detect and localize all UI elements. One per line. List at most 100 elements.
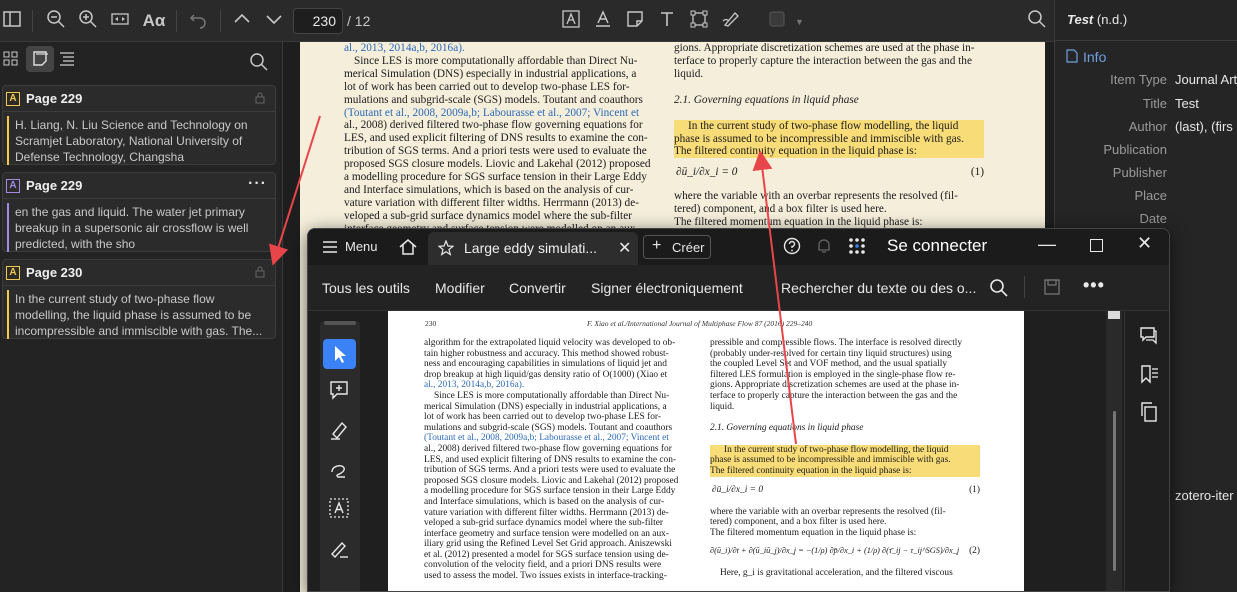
annotation-text-content: In the current study of two-phase flow m… (15, 292, 263, 338)
color-icon[interactable] (765, 9, 789, 33)
page-total: / 12 (347, 13, 371, 29)
doc-text-line: et al. (2012) presented a model for SGS … (424, 549, 669, 560)
prev-page-icon[interactable] (230, 9, 254, 33)
highlighted-passage[interactable]: In the current study of two-phase flow m… (674, 119, 984, 159)
next-page-icon[interactable] (262, 9, 286, 33)
pdf-left-column: al., 2013, 2014a,b, 2016a). Since LES is … (344, 42, 652, 236)
font-icon[interactable]: Aα (140, 9, 168, 33)
scroll-thumb[interactable] (1113, 411, 1116, 571)
info-value[interactable]: Journal Arti (1175, 72, 1237, 87)
save-icon[interactable] (1043, 278, 1061, 296)
hamburger-menu-icon[interactable] (322, 239, 340, 255)
attachment-name[interactable]: zotero-iter (1175, 488, 1234, 503)
maximize-icon[interactable] (1090, 239, 1103, 252)
undo-icon[interactable] (186, 9, 210, 33)
tool-edit[interactable]: Modifier (435, 280, 485, 296)
doc-text-line: tribution of SGS terms. And a priori tes… (424, 465, 676, 476)
note-icon[interactable] (623, 9, 647, 33)
info-value[interactable]: Test (1175, 96, 1199, 111)
page-number-input[interactable]: 230 (293, 8, 343, 34)
tool-all-tools[interactable]: Tous les outils (322, 280, 410, 296)
annotations-sidebar: A Page 229 H. Liang, N. Liu Science and … (0, 42, 283, 592)
text-select-icon[interactable] (328, 497, 350, 519)
doc-text-line: terface to properly capture the interact… (710, 390, 958, 401)
annotation-card[interactable]: A Page 229 ··· en the gas and liquid. Th… (2, 172, 276, 252)
doc-text-line: tered) component, and a box filter is us… (674, 203, 887, 216)
menu-button[interactable]: Menu (345, 239, 378, 254)
zoom-in-icon[interactable] (76, 9, 100, 33)
bookmarks-icon[interactable] (1138, 363, 1160, 385)
close-tab-icon[interactable]: ✕ (618, 238, 631, 258)
chevron-down-icon[interactable]: ▼ (795, 17, 804, 27)
equation-number: (1) (969, 484, 980, 495)
ink-icon[interactable] (719, 9, 743, 33)
tool-esign[interactable]: Signer électroniquement (591, 280, 743, 296)
search-field[interactable]: Rechercher du texte ou des o... (781, 280, 976, 296)
item-title: Test (1067, 12, 1094, 27)
copy-icon[interactable] (1138, 401, 1160, 423)
info-value[interactable]: (last), (firs (1175, 119, 1233, 134)
scroll-thumb-top[interactable] (1108, 311, 1120, 319)
apps-icon[interactable] (848, 237, 866, 255)
underline-text-icon[interactable] (591, 9, 615, 33)
more-options-icon[interactable]: ··· (248, 175, 267, 193)
search-icon[interactable] (989, 278, 1009, 298)
doc-text-line: LES, and used explicit filtering of DNS … (344, 132, 648, 145)
doc-text-line: tered) component, and a box filter is us… (710, 517, 887, 528)
highlight-text-icon[interactable] (559, 9, 583, 33)
doc-text-line: the coupled Level Set and VOF method, an… (710, 359, 948, 370)
fit-width-icon[interactable] (108, 9, 132, 33)
highlight-tool-icon[interactable] (328, 419, 350, 441)
equation-number: (2) (969, 546, 980, 557)
info-label: Title (1142, 96, 1167, 111)
highlighted-passage[interactable]: In the current study of two-phase flow m… (710, 444, 980, 477)
doc-text-line: gions. Appropriate discretization scheme… (710, 380, 960, 391)
annotation-card[interactable]: A Page 229 H. Liang, N. Liu Science and … (2, 85, 276, 165)
doc-text-line: merical Simulation (DNS) especially in i… (424, 401, 667, 412)
doc-text-line: merical Simulation (DNS) especially in i… (344, 67, 637, 80)
tab-title[interactable]: Large eddy simulati... (464, 240, 597, 256)
home-icon[interactable] (398, 237, 418, 257)
comments-icon[interactable] (1138, 325, 1160, 347)
info-icon (1065, 49, 1079, 63)
lock-icon (255, 266, 265, 278)
help-icon[interactable] (783, 237, 801, 255)
doc-text-line: used to assess the model. Two issues exi… (424, 571, 667, 582)
acrobat-document-page[interactable]: 230 F. Xiao et al./International Journal… (388, 311, 1024, 591)
outline-icon[interactable] (58, 50, 76, 68)
close-window-icon[interactable]: ✕ (1137, 233, 1152, 254)
drag-handle[interactable] (324, 321, 356, 325)
annotation-color-bar (7, 116, 9, 165)
search-annotations-icon[interactable] (249, 52, 269, 72)
info-section-title[interactable]: Info (1083, 49, 1106, 65)
star-icon[interactable] (437, 239, 455, 256)
annotation-page-label: Page 230 (26, 265, 83, 280)
add-comment-icon[interactable] (328, 379, 350, 401)
draw-tool-icon[interactable] (328, 458, 350, 480)
more-options-icon[interactable]: ••• (1083, 275, 1105, 296)
bell-icon[interactable] (815, 237, 833, 255)
tool-convert[interactable]: Convertir (509, 280, 566, 296)
doc-text-line: a modelling procedure for SGS surface te… (424, 486, 676, 497)
sign-tool-icon[interactable] (328, 537, 350, 559)
annotations-view-icon[interactable] (26, 46, 54, 72)
equation-number: (1) (970, 166, 984, 179)
select-tool-icon[interactable] (323, 339, 356, 369)
sidebar-toggle-icon[interactable] (0, 9, 24, 33)
text-icon[interactable] (655, 9, 679, 33)
search-icon[interactable] (1025, 9, 1049, 33)
doc-text-line: al., 2013, 2014a,b, 2016a). (424, 380, 525, 391)
annotation-page-label: Page 229 (26, 91, 83, 106)
create-button[interactable]: + Créer (643, 235, 711, 259)
area-select-icon[interactable] (687, 9, 711, 33)
doc-text-line: (probably under-resolved for certain tin… (710, 348, 952, 359)
minimize-icon[interactable]: — (1038, 234, 1056, 255)
thumbnails-icon[interactable] (2, 50, 20, 68)
zoom-out-icon[interactable] (44, 9, 68, 33)
annotation-card[interactable]: A Page 230 In the current study of two-p… (2, 259, 276, 339)
sign-in-button[interactable]: Se connecter (887, 236, 987, 256)
doc-text-line: Since LES is more computationally afford… (354, 54, 638, 67)
document-scrollbar[interactable] (1106, 311, 1122, 591)
document-tab[interactable]: Large eddy simulati... ✕ (428, 232, 638, 265)
doc-text-line: lot of work has been carried out to deve… (344, 80, 630, 93)
